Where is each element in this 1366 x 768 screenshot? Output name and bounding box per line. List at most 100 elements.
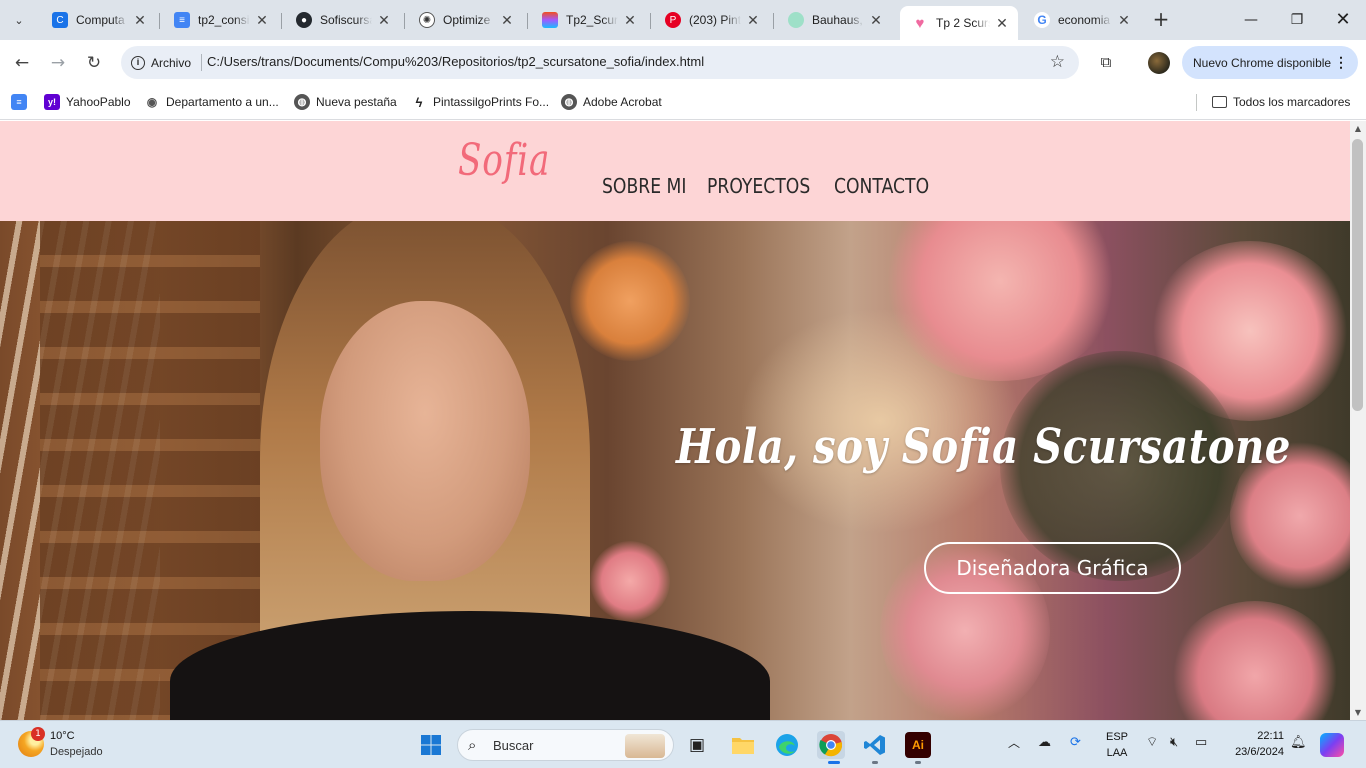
close-tab-icon[interactable]: ✕ [868, 12, 884, 29]
address-bar[interactable]: i Archivo C:/Users/trans/Documents/Compu… [121, 46, 1079, 79]
scrollbar-thumb[interactable] [1352, 139, 1363, 411]
hero-title: Hola, soy Sofia Scursatone [676, 419, 1291, 475]
minimize-button[interactable]: — [1228, 8, 1274, 32]
nav-link-sobre-mi[interactable]: SOBRE MI [602, 174, 686, 198]
wifi-icon[interactable]: ⌔ [1146, 734, 1158, 750]
google-icon: G [1034, 12, 1050, 28]
reload-button[interactable]: ↻ [81, 50, 107, 76]
weather-temp[interactable]: 10°C [50, 730, 75, 742]
yahoo-icon: y! [44, 94, 60, 110]
hero-role-button[interactable]: Diseñadora Gráfica [924, 542, 1181, 594]
speaker-muted-icon[interactable]: 🔇︎ [1170, 734, 1178, 750]
hero-photo-face [320, 301, 530, 581]
eye-icon: ◉ [146, 95, 158, 109]
pinterest-icon: P [665, 12, 681, 28]
circle-c-icon: C [52, 12, 68, 28]
hero-photo-flower [1170, 601, 1340, 720]
weather-badge: 1 [31, 727, 45, 741]
taskbar-search[interactable]: ⌕ Buscar [457, 729, 674, 761]
bauhaus-icon [788, 12, 804, 28]
windows-logo-icon [421, 735, 441, 755]
vscode-icon[interactable] [861, 731, 889, 759]
bookmark-star-icon[interactable]: ☆ [1050, 52, 1065, 72]
restore-button[interactable]: ❐ [1274, 8, 1320, 32]
globe-icon: ◍ [561, 94, 577, 110]
start-button[interactable] [417, 731, 445, 759]
arrow-left-icon: ← [14, 53, 30, 73]
scroll-up-icon[interactable]: ▲ [1350, 124, 1366, 133]
page-scrollbar[interactable]: ▲ ▼ [1350, 121, 1366, 720]
clock-date[interactable]: 23/6/2024 [1222, 746, 1284, 758]
bookmark-departamento[interactable]: ◉ Departamento a un... [144, 92, 279, 112]
browser-tab[interactable]: ✺ Optimize ✕ [407, 4, 523, 36]
bookmark-nueva-pestana[interactable]: ◍ Nueva pestaña [294, 92, 397, 112]
chevron-down-icon: ⌄ [14, 13, 24, 27]
browser-tab[interactable]: P (203) Pint ✕ [653, 4, 769, 36]
browser-tab-active[interactable]: ♥ Tp 2 Scurs ✕ [900, 6, 1018, 40]
profile-avatar[interactable] [1148, 52, 1170, 74]
chrome-update-button[interactable]: Nuevo Chrome disponible ⋮ [1182, 46, 1358, 79]
browser-tab[interactable]: ● Sofiscursa ✕ [284, 4, 400, 36]
close-tab-icon[interactable]: ✕ [745, 12, 761, 29]
browser-tab[interactable]: Bauhaus, ✕ [776, 4, 892, 36]
browser-tab[interactable]: Tp2_Scurs ✕ [530, 4, 646, 36]
hero-photo-flower [590, 541, 670, 621]
close-tab-icon[interactable]: ✕ [1116, 12, 1132, 29]
nav-link-contacto[interactable]: CONTACTO [834, 174, 929, 198]
edge-icon[interactable] [773, 731, 801, 759]
plus-icon: + [1152, 7, 1170, 31]
scroll-down-icon[interactable]: ▼ [1350, 708, 1366, 717]
url-text[interactable]: C:/Users/trans/Documents/Compu%203/Repos… [207, 54, 704, 69]
close-tab-icon[interactable]: ✕ [622, 12, 638, 29]
chrome-icon[interactable] [817, 731, 845, 759]
close-window-button[interactable]: ✕ [1320, 8, 1366, 32]
extensions-icon[interactable]: ⧉ [1094, 50, 1118, 74]
close-tab-icon[interactable]: ✕ [376, 12, 392, 29]
forward-button[interactable]: → [45, 50, 71, 76]
close-tab-icon[interactable]: ✕ [132, 12, 148, 29]
copilot-icon[interactable] [1320, 733, 1344, 757]
site-header: Sofia SOBRE MI PROYECTOS CONTACTO [0, 121, 1350, 221]
language-bottom[interactable]: LAA [1105, 747, 1129, 759]
docs-icon: ≡ [11, 94, 27, 110]
clock-time[interactable]: 22:11 [1222, 730, 1284, 742]
restore-icon: ❐ [1290, 12, 1304, 28]
language-top[interactable]: ESP [1105, 731, 1129, 743]
nav-link-proyectos[interactable]: PROYECTOS [707, 174, 810, 198]
browser-tab[interactable]: G economia ✕ [1022, 4, 1140, 36]
new-tab-button[interactable]: + [1150, 9, 1172, 31]
tab-search-button[interactable]: ⌄ [6, 8, 32, 32]
illustrator-icon[interactable]: Ai [905, 732, 931, 758]
bookmark-yahoo[interactable]: y! YahooPablo [44, 92, 131, 112]
web-page: Sofia SOBRE MI PROYECTOS CONTACTO Hola, … [0, 121, 1350, 720]
more-menu-icon[interactable]: ⋮ [1334, 54, 1348, 71]
browser-tab[interactable]: C Computa ✕ [40, 4, 156, 36]
battery-icon[interactable]: ▭ [1195, 734, 1207, 750]
close-tab-icon[interactable]: ✕ [499, 12, 515, 29]
weather-state[interactable]: Despejado [50, 746, 103, 758]
bookmark-pintassilgo[interactable]: ϟ PintassilgoPrints Fo... [411, 92, 550, 112]
github-icon: ● [296, 12, 312, 28]
openai-icon: ✺ [419, 12, 435, 28]
site-info-chip[interactable]: i Archivo [127, 50, 199, 75]
onedrive-cloud-icon[interactable]: ☁ [1038, 734, 1051, 750]
minimize-icon: — [1244, 12, 1258, 28]
bookmarks-bar: ≡ y! YahooPablo ◉ Departamento a un... ◍… [0, 85, 1366, 120]
close-tab-icon[interactable]: ✕ [254, 12, 270, 29]
all-bookmarks[interactable]: Todos los marcadores [1212, 92, 1350, 112]
task-view-icon[interactable]: ▣ [683, 731, 711, 759]
bookmark-adobe-acrobat[interactable]: ◍ Adobe Acrobat [561, 92, 662, 112]
bookmark-docs[interactable]: ≡ [11, 92, 33, 112]
back-button[interactable]: ← [9, 50, 35, 76]
browser-tab[interactable]: ≡ tp2_consi ✕ [162, 4, 278, 36]
tray-chevron-up-icon[interactable]: ︿ [1008, 734, 1020, 751]
folder-icon [1212, 96, 1227, 108]
info-icon: i [131, 55, 145, 70]
site-logo[interactable]: Sofia [458, 135, 550, 186]
file-explorer-icon[interactable] [729, 731, 757, 759]
arrow-right-icon: → [50, 53, 66, 73]
notification-bell-icon[interactable]: 🔔︎ [1290, 734, 1307, 750]
sync-icon[interactable]: ⟳ [1070, 734, 1081, 750]
figma-icon [542, 12, 558, 28]
close-tab-icon[interactable]: ✕ [994, 15, 1010, 32]
